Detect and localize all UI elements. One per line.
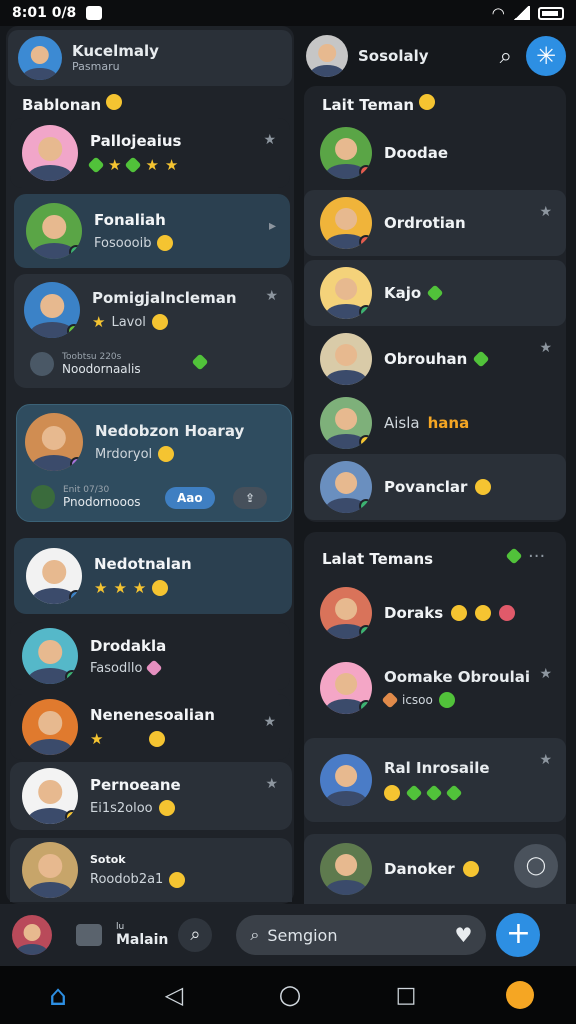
list-item[interactable]: Povanclar — [304, 454, 566, 520]
search-icon[interactable]: ⌕ — [500, 44, 512, 69]
tab-label[interactable]: Malain — [116, 932, 168, 948]
list-item[interactable]: Obrouhan ★ — [304, 326, 566, 392]
system-nav-bar: ⌂ ◁ ○ □ — [0, 966, 576, 1024]
status-time: 8:01 0/8 — [12, 5, 77, 21]
profile-header[interactable]: Kucelmaly Pasmaru — [8, 30, 292, 86]
contact-avatar — [26, 548, 82, 604]
left-section-title: Bablonan — [22, 94, 123, 114]
mini-avatar — [30, 352, 54, 376]
contact-avatar — [22, 699, 78, 755]
list-item[interactable]: Kajo — [304, 260, 566, 326]
list-item[interactable]: Nenenesoalian ★ ★ — [10, 694, 290, 760]
list-item[interactable]: Danoker ◯ — [304, 834, 566, 904]
list-item[interactable]: Doraks — [304, 580, 566, 646]
contact-avatar — [320, 843, 372, 895]
battery-icon — [538, 6, 564, 20]
contact-avatar — [22, 125, 78, 181]
contact-avatar — [26, 203, 82, 259]
favorite-icon[interactable]: ★ — [539, 666, 552, 682]
contact-avatar — [320, 397, 372, 449]
list-item[interactable]: Pomigjalncleman ★ Lavol ★ Toobtsu 220s No… — [14, 274, 292, 388]
favorite-icon[interactable]: ★ — [539, 204, 552, 220]
list-item[interactable]: Ordrotian ★ — [304, 190, 566, 256]
chat-bubble-button[interactable]: ◯ — [514, 844, 558, 888]
recents-icon[interactable]: □ — [390, 979, 422, 1011]
header-name: Sosolaly — [358, 46, 429, 65]
contact-avatar — [25, 413, 83, 471]
bottom-bar: lu Malain ⌕ ⌕ Semgion ♥ + — [0, 904, 576, 966]
contact-avatar — [320, 197, 372, 249]
list-item[interactable]: Nedotnalan ★ ★ ★ — [14, 538, 292, 614]
home-icon[interactable]: ⌂ — [42, 979, 74, 1012]
list-item[interactable]: Pernoeane Ei1s2oloo ★ — [10, 762, 292, 830]
list-item-selected[interactable]: Nedobzon Hoaray Mrdoryol Enit 07/30 Pnod… — [16, 404, 292, 522]
more-icon[interactable]: ▸ — [269, 218, 276, 234]
search-icon[interactable]: ⌕ — [178, 918, 213, 952]
list-item[interactable]: Pallojeaius ★ ★ ★ ★ — [10, 118, 290, 188]
profile-name: Kucelmaly — [72, 42, 159, 60]
status-bar: 8:01 0/8 ◠ — [0, 0, 576, 26]
last-message: Toobtsu 220s Noodornaalis — [30, 352, 141, 376]
notification-icon — [86, 6, 103, 20]
favorite-icon[interactable]: ★ — [265, 776, 278, 792]
contact-avatar — [320, 587, 372, 639]
favorite-icon[interactable]: ★ — [539, 752, 552, 768]
reaction-pill[interactable]: Aao — [165, 487, 215, 509]
right-section-2-title: Lalat Temans — [322, 550, 434, 568]
signal-icon — [512, 6, 530, 20]
contact-avatar — [22, 842, 78, 898]
contact-avatar — [320, 461, 372, 513]
mini-avatar — [31, 485, 55, 509]
smile-icon — [106, 94, 123, 110]
home-circle-icon[interactable]: ○ — [274, 979, 306, 1011]
search-icon: ⌕ — [250, 925, 260, 944]
heart-icon[interactable]: ♥ — [454, 923, 472, 947]
camera-icon[interactable] — [76, 924, 102, 946]
right-section-1-title: Lait Teman — [322, 94, 436, 114]
wifi-icon: ◠ — [492, 4, 504, 22]
profile-avatar[interactable] — [18, 36, 62, 80]
contact-avatar — [320, 662, 372, 714]
sticker-icon — [191, 353, 209, 371]
search-input[interactable]: ⌕ Semgion ♥ — [236, 915, 487, 955]
favorite-icon[interactable]: ★ — [539, 340, 552, 356]
list-item[interactable]: Oomake Obroulai icsoo ★ — [304, 652, 566, 724]
chat-header: Sosolaly ⌕ ✳ — [300, 30, 572, 82]
profile-sub: Pasmaru — [72, 60, 120, 73]
favorite-icon[interactable]: ★ — [263, 132, 276, 148]
list-item[interactable]: Fonaliah Fosoooib ▸ — [14, 194, 290, 268]
add-button[interactable]: + — [496, 913, 541, 957]
favorite-icon[interactable]: ★ — [263, 714, 276, 730]
contact-avatar — [320, 754, 372, 806]
user-avatar[interactable] — [12, 915, 52, 955]
list-item[interactable]: Doodae — [304, 120, 566, 186]
app-screen: 8:01 0/8 ◠ Kucelmaly Pasmaru Bablonan Pa… — [0, 0, 576, 1024]
contact-avatar — [320, 267, 372, 319]
share-button[interactable]: ⇪ — [233, 487, 268, 509]
list-item[interactable]: Drodakla Fasodllo — [10, 622, 290, 690]
contact-avatar — [320, 333, 372, 385]
contact-avatar — [24, 282, 80, 338]
list-item[interactable]: Aisla hana — [304, 390, 566, 456]
back-icon[interactable]: ◁ — [158, 979, 190, 1011]
list-item[interactable]: Ral Inrosaile ★ — [304, 738, 566, 822]
contact-avatar — [320, 127, 372, 179]
contact-avatar — [22, 768, 78, 824]
list-item[interactable]: Sotok Roodob2a1 — [10, 838, 292, 902]
header-avatar[interactable] — [306, 35, 348, 77]
compose-button[interactable]: ✳ — [526, 36, 566, 76]
last-message: Enit 07/30 Pnodornooos — [31, 485, 141, 509]
contact-avatar — [22, 628, 78, 684]
favorite-icon[interactable]: ★ — [265, 288, 278, 304]
more-options-icon[interactable]: ··· — [528, 546, 545, 567]
assistant-icon[interactable] — [506, 981, 534, 1009]
